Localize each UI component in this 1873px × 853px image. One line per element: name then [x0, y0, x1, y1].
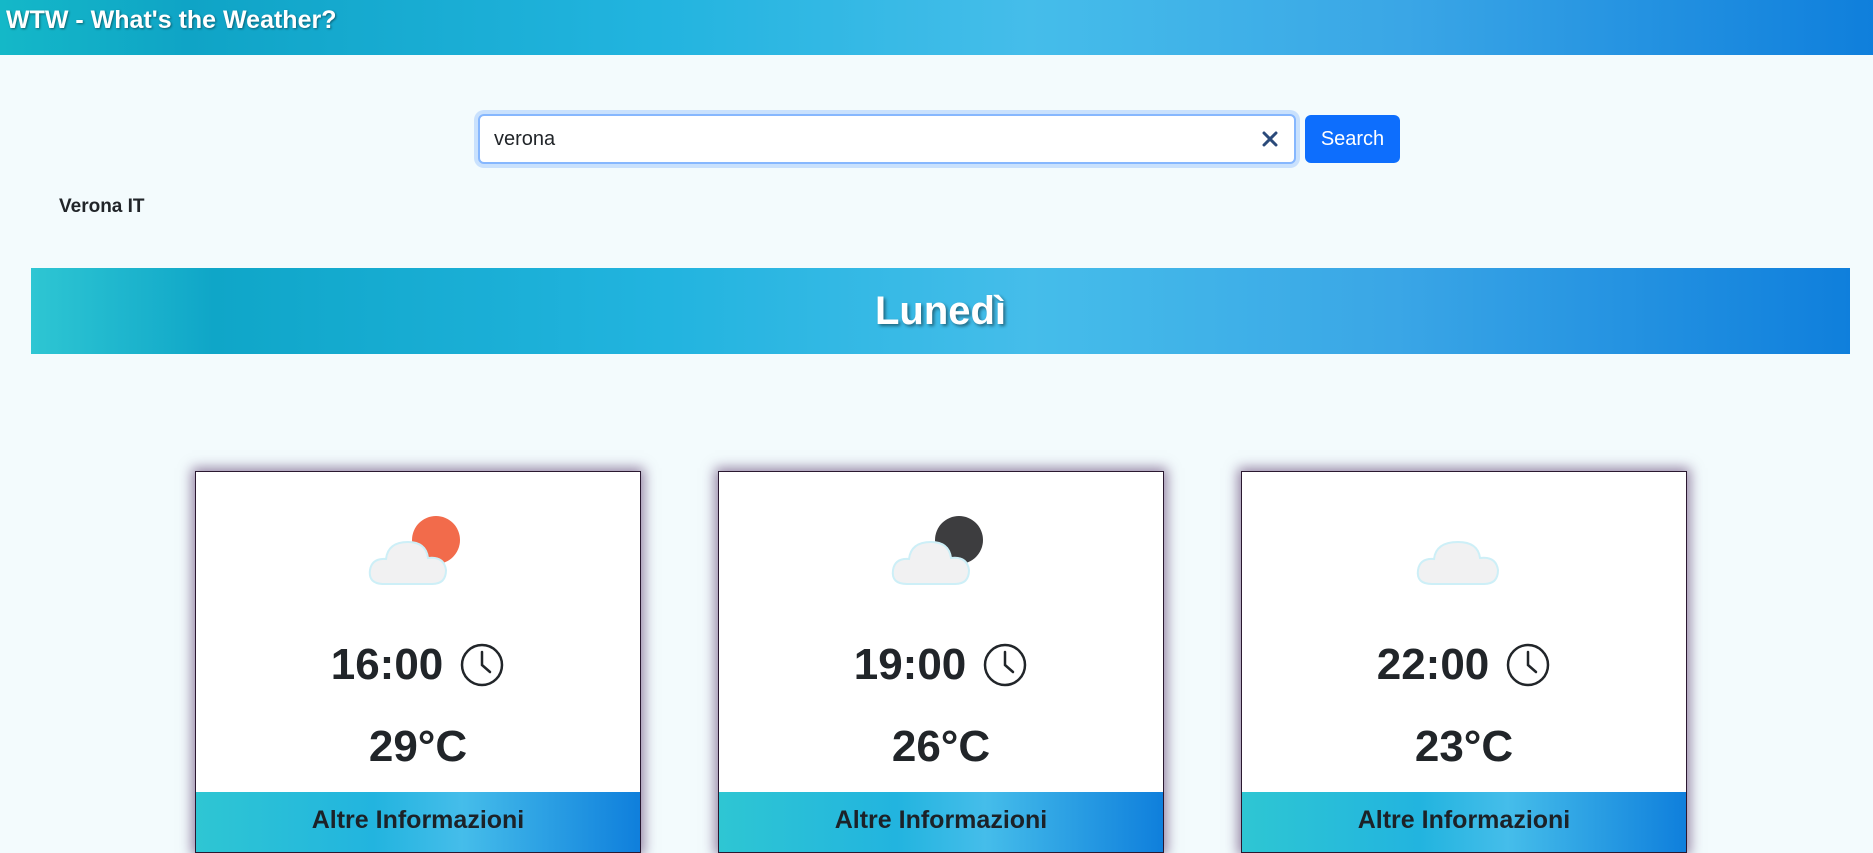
- clock-icon: [1507, 643, 1550, 687]
- forecast-card: 16:00 29°C Altre Informazioni: [195, 471, 641, 853]
- forecast-time: 22:00: [1376, 640, 1490, 689]
- search-input[interactable]: [494, 116, 1234, 162]
- time-row: 16:00: [196, 640, 640, 690]
- forecast-time: 16:00: [330, 640, 444, 689]
- forecast-temperature: 26°C: [891, 722, 991, 771]
- more-info-button[interactable]: Altre Informazioni: [196, 792, 640, 852]
- cloud-icon: [1416, 540, 1500, 585]
- partly-cloudy-night-icon: [891, 516, 983, 585]
- forecast-card: 19:00 26°C Altre Informazioni: [718, 471, 1164, 853]
- location-label: Verona IT: [59, 196, 145, 217]
- day-title: Lunedì: [874, 288, 1007, 333]
- clear-icon[interactable]: [1258, 127, 1282, 151]
- forecast-temperature: 29°C: [368, 722, 468, 771]
- forecast-temperature: 23°C: [1414, 722, 1514, 771]
- top-header: WTW - What's the Weather?: [0, 0, 1873, 55]
- clock-icon: [984, 643, 1027, 687]
- forecast-time: 19:00: [853, 640, 967, 689]
- more-info-button[interactable]: Altre Informazioni: [719, 792, 1163, 852]
- forecast-card: 22:00 23°C Altre Informazioni: [1241, 471, 1687, 853]
- app-title: WTW - What's the Weather?: [6, 6, 337, 34]
- time-row: 19:00: [719, 640, 1163, 690]
- time-row: 22:00: [1242, 640, 1686, 690]
- search-button[interactable]: Search: [1305, 115, 1400, 163]
- search-box[interactable]: [478, 114, 1296, 164]
- more-info-button[interactable]: Altre Informazioni: [1242, 792, 1686, 852]
- clock-icon: [461, 643, 504, 687]
- day-banner: Lunedì: [31, 268, 1850, 354]
- partly-cloudy-day-icon: [368, 516, 460, 585]
